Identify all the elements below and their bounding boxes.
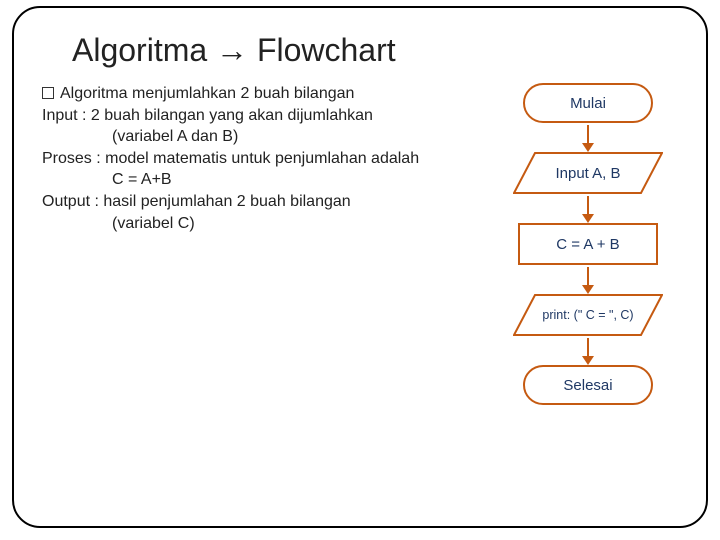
flow-input-io: Input A, B — [513, 152, 663, 194]
checkbox-icon — [42, 87, 54, 99]
flow-end-terminator: Selesai — [523, 365, 653, 405]
output-line: Output : hasil penjumlahan 2 buah bilang… — [42, 191, 476, 213]
slide-frame: Algoritma → Flowchart Algoritma menjumla… — [12, 6, 708, 528]
arrow-icon — [582, 267, 594, 294]
flow-process-label: C = A + B — [556, 236, 619, 253]
input-vars: (variabel A dan B) — [42, 126, 476, 148]
flowchart: Mulai Input A, B C = A + B print: (" C =… — [498, 83, 678, 405]
flow-process-box: C = A + B — [518, 223, 658, 265]
algorithm-text: Algoritma menjumlahkan 2 buah bilangan I… — [42, 83, 476, 234]
flow-end-label: Selesai — [563, 377, 612, 394]
output-vars: (variabel C) — [42, 213, 476, 235]
input-line: Input : 2 buah bilangan yang akan dijuml… — [42, 105, 476, 127]
flow-input-label: Input A, B — [513, 165, 663, 182]
flow-output-label: print: (" C = ", C) — [513, 308, 663, 322]
slide-title: Algoritma → Flowchart — [72, 32, 678, 69]
bullet-line: Algoritma menjumlahkan 2 buah bilangan — [42, 83, 476, 105]
arrow-icon — [582, 196, 594, 223]
bullet-text: Algoritma menjumlahkan 2 buah bilangan — [60, 85, 354, 102]
arrow-icon — [582, 125, 594, 152]
arrow-icon — [582, 338, 594, 365]
flow-start-terminator: Mulai — [523, 83, 653, 123]
process-formula: C = A+B — [42, 169, 476, 191]
flow-output-io: print: (" C = ", C) — [513, 294, 663, 336]
flow-start-label: Mulai — [570, 95, 606, 112]
process-line: Proses : model matematis untuk penjumlah… — [42, 148, 476, 170]
content-row: Algoritma menjumlahkan 2 buah bilangan I… — [42, 83, 678, 405]
